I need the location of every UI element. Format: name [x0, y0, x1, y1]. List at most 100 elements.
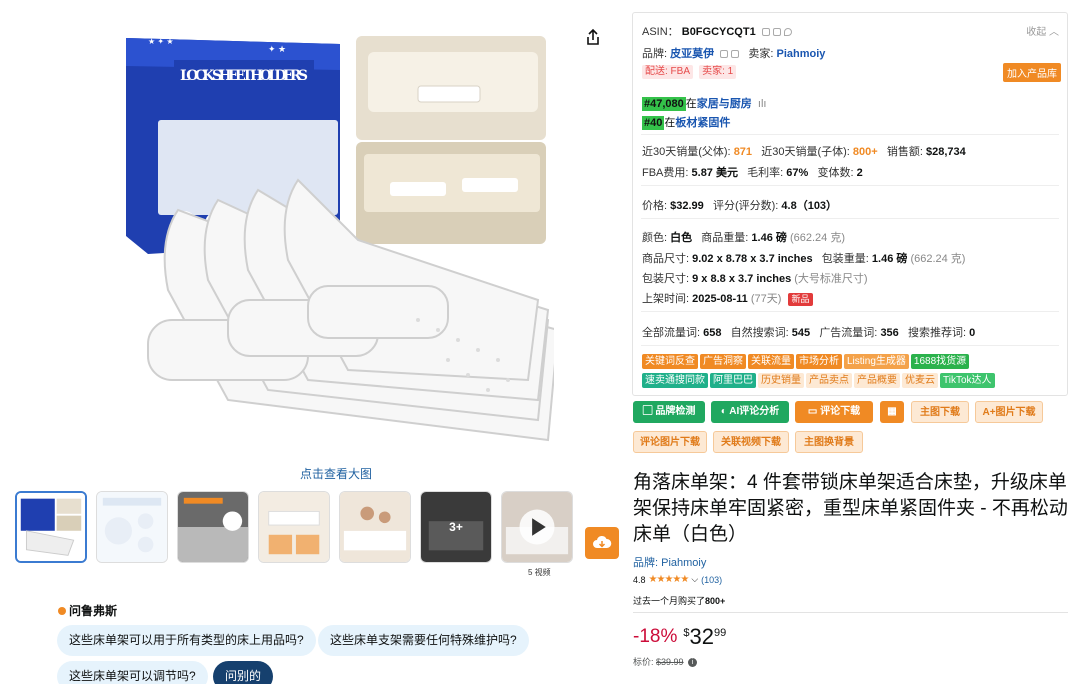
- discount-percent: -18%: [633, 626, 678, 647]
- new-badge: 新品: [788, 292, 813, 306]
- calculator-icon[interactable]: ▦: [880, 401, 904, 423]
- replace-background-button[interactable]: 主图换背景: [795, 431, 863, 453]
- tool-tag[interactable]: 优麦云: [902, 373, 938, 388]
- product-info-panel: ASIN： B0FGCYCQT1 收起 ︿ 品牌: 皮亚莫伊 卖家: Piahm…: [632, 12, 1068, 396]
- copy-icon[interactable]: [720, 50, 729, 59]
- add-to-library-button[interactable]: 加入产品库: [1003, 63, 1061, 82]
- thumbnail-1[interactable]: [15, 491, 87, 563]
- organic-value[interactable]: 545: [792, 327, 810, 339]
- rufus-question-chip[interactable]: 这些床单架可以用于所有类型的床上用品吗?: [57, 625, 316, 656]
- tool-tag[interactable]: 关键词反查: [642, 354, 698, 369]
- copy-icon[interactable]: [761, 28, 770, 37]
- rufus-question-chip[interactable]: 这些床单支架需要任何特殊维护吗?: [318, 625, 529, 656]
- ai-review-button[interactable]: ◐ AI评论分析: [711, 401, 789, 423]
- listed-days: (77天): [750, 293, 782, 305]
- ai-review-label: AI评论分析: [729, 406, 780, 417]
- tool-tag[interactable]: 速卖通搜同款: [642, 373, 708, 388]
- tool-tag[interactable]: 广告洞察: [700, 354, 746, 369]
- chart-icon[interactable]: ılı: [755, 98, 767, 110]
- price-label: 价格:: [642, 200, 668, 212]
- copy-icon[interactable]: [772, 28, 781, 37]
- tool-tag[interactable]: 市场分析: [796, 354, 842, 369]
- external-link-icon[interactable]: [731, 50, 740, 59]
- tool-tag[interactable]: 关联流量: [748, 354, 794, 369]
- star-rating-icon[interactable]: ★★★★★: [649, 574, 690, 585]
- package-size-label: 包装尺寸:: [642, 273, 690, 285]
- chevron-down-icon[interactable]: ⌵: [691, 574, 698, 585]
- list-price-value: $39.99: [656, 657, 684, 667]
- traffic-value[interactable]: 658: [703, 327, 721, 339]
- aplus-download-button[interactable]: A+图片下载: [975, 401, 1043, 423]
- collapse-button[interactable]: 收起 ︿: [1026, 23, 1059, 38]
- thumbnail-6[interactable]: 3+: [420, 491, 492, 563]
- list-price-label: 标价:: [633, 657, 654, 667]
- list-price: 标价: $39.99 i: [633, 655, 698, 668]
- review-image-download-button[interactable]: 评论图片下载: [633, 431, 707, 453]
- cloud-download-button[interactable]: [585, 527, 619, 559]
- recommend-value[interactable]: 0: [969, 327, 975, 339]
- brand-link[interactable]: 皮亚莫伊: [670, 48, 714, 60]
- thumbnail-3[interactable]: [177, 491, 249, 563]
- tool-tag[interactable]: 阿里巴巴: [710, 373, 756, 388]
- review-download-label: 评论下载: [820, 406, 861, 417]
- rating-value: 4.8（103）: [781, 200, 838, 212]
- tool-tag[interactable]: 产品概要: [854, 373, 900, 388]
- rating-number: 4.8: [633, 574, 646, 585]
- review-download-button[interactable]: ▭ 评论下载: [795, 401, 873, 423]
- tool-tag[interactable]: 历史销量: [758, 373, 804, 388]
- info-icon[interactable]: i: [688, 658, 698, 668]
- thumbnail-5[interactable]: [339, 491, 411, 563]
- rank-category-link[interactable]: 板材紧固件: [675, 117, 730, 129]
- margin-value: 67%: [786, 167, 809, 179]
- fba-label: FBA费用:: [642, 167, 689, 179]
- sales30-child-label: 近30天销量(子体):: [761, 146, 850, 158]
- divider: [633, 612, 1068, 613]
- tool-tag[interactable]: TikTok达人: [940, 373, 995, 388]
- sales30-child-value: 800+: [852, 146, 878, 158]
- video-download-button[interactable]: 关联视频下载: [713, 431, 789, 453]
- listed-label: 上架时间:: [642, 293, 690, 305]
- color-value: 白色: [670, 232, 693, 244]
- thumbnail-4[interactable]: [258, 491, 330, 563]
- tool-tag[interactable]: 产品卖点: [806, 373, 852, 388]
- tool-tag[interactable]: Listing生成器: [844, 354, 909, 369]
- asin-value[interactable]: B0FGCYCQT1: [682, 26, 756, 38]
- rufus-question-chip[interactable]: 这些床单架可以调节吗?: [57, 661, 208, 684]
- thumbnail-2[interactable]: [96, 491, 168, 563]
- revenue-label: 销售额:: [886, 146, 923, 158]
- rufus-title: 问鲁弗斯: [69, 604, 118, 618]
- size-label: 商品尺寸:: [642, 253, 690, 265]
- box-title: LOCK SHEET HOLDERS: [180, 68, 308, 84]
- rank-in: 在: [685, 98, 697, 110]
- size-value: 9.02 x 8.78 x 3.7 inches: [692, 253, 813, 265]
- brand-store-link[interactable]: 品牌: Piahmoiy: [633, 554, 706, 570]
- brand-check-button[interactable]: ▢ 品牌检测: [633, 401, 705, 423]
- price-fraction: 99: [713, 627, 727, 639]
- ask-other-button[interactable]: 问别的: [213, 661, 274, 684]
- main-image-download-button[interactable]: 主图下载: [911, 401, 969, 423]
- rank-category-link[interactable]: 家居与厨房: [697, 98, 752, 110]
- revenue-value: $28,734: [925, 146, 966, 158]
- seller-link[interactable]: Piahmoiy: [776, 48, 825, 60]
- cloud-download-icon: [593, 535, 612, 548]
- tool-tag[interactable]: 1688找货源: [910, 354, 970, 369]
- margin-label: 毛利率:: [747, 167, 784, 179]
- svg-text:★ ✦ ★: ★ ✦ ★: [148, 37, 174, 46]
- rating-count-link[interactable]: (103): [701, 575, 722, 585]
- video-thumbnail[interactable]: [501, 491, 573, 563]
- rank-value: #47,080: [642, 97, 686, 111]
- asin-label: ASIN：: [642, 26, 679, 38]
- sales30-label: 近30天销量(父体):: [642, 146, 731, 158]
- ads-label: 广告流量词:: [819, 327, 878, 339]
- view-large-image-link[interactable]: 点击查看大图: [300, 465, 372, 482]
- variants-value: 2: [856, 167, 863, 179]
- share-icon[interactable]: [583, 27, 603, 47]
- ads-value[interactable]: 356: [880, 327, 898, 339]
- package-size-value: 9 x 8.8 x 3.7 inches: [692, 273, 792, 285]
- package-weight-label: 包装重量:: [821, 253, 869, 265]
- location-icon[interactable]: [783, 28, 792, 37]
- weight-label: 商品重量:: [701, 232, 749, 244]
- main-product-image[interactable]: ★ ✦ ★ ✦ ★ LOCK SHEET HOLDERS: [118, 30, 560, 458]
- rank-value: #40: [642, 116, 665, 130]
- delivery-tag: 配送: FBA: [642, 65, 694, 79]
